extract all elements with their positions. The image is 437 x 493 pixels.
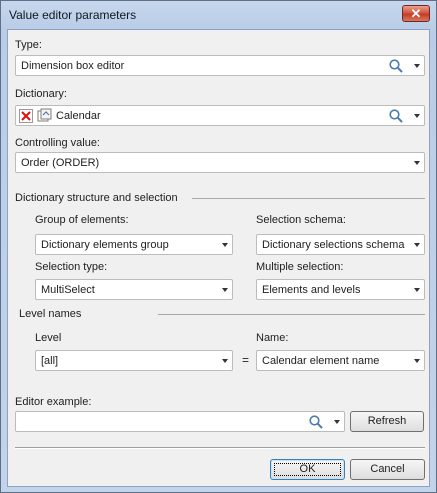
chevron-down-icon[interactable] [414,64,420,68]
group-of-elements-select[interactable]: Dictionary elements group [35,234,233,255]
refresh-button[interactable]: Refresh [350,411,424,432]
ok-button[interactable]: OK [270,459,345,480]
controlling-value-select[interactable]: Order (ORDER) [15,152,425,173]
chevron-down-icon[interactable] [414,114,420,118]
structure-heading: Dictionary structure and selection [15,192,178,204]
multiple-selection-select[interactable]: Elements and levels [256,279,425,300]
focus-indicator [274,463,341,476]
controlling-value: Order (ORDER) [21,157,100,169]
title-bar[interactable]: Value editor parameters ✕ [1,1,436,29]
multi-value: Elements and levels [262,284,361,296]
dictionary-label: Dictionary: [15,88,67,100]
chevron-down-icon[interactable] [222,359,228,363]
level-name-select[interactable]: Calendar element name [256,350,425,371]
chevron-down-icon[interactable] [414,359,420,363]
section-divider [158,314,425,315]
multi-label: Multiple selection: [256,261,344,273]
selection-schema-select[interactable]: Dictionary selections schema [256,234,425,255]
window-title: Value editor parameters [9,8,137,22]
schema-value: Dictionary selections schema [262,239,405,251]
selection-type-select[interactable]: MultiSelect [35,279,233,300]
name-label: Name: [256,332,289,344]
chevron-down-icon[interactable] [414,161,420,165]
group-value: Dictionary elements group [41,239,169,251]
level-label: Level [35,332,62,344]
chevron-down-icon[interactable] [414,243,420,247]
footer-separator [15,447,425,449]
dictionary-value: Calendar [56,110,101,122]
levels-heading: Level names [19,308,82,320]
chevron-down-icon[interactable] [222,288,228,292]
editor-example-field[interactable] [15,411,345,432]
chevron-down-icon[interactable] [222,243,228,247]
group-label: Group of elements: [35,214,129,226]
search-icon[interactable] [388,108,404,124]
dictionary-combobox[interactable]: Calendar [15,105,425,126]
level-value: [all] [41,355,59,367]
equals-sign: = [242,353,250,367]
example-label: Editor example: [15,396,92,408]
chevron-down-icon[interactable] [414,288,420,292]
controlling-label: Controlling value: [15,137,100,149]
dialog-window: Value editor parameters ✕ Type: Dimensio… [0,0,437,493]
name-value: Calendar element name [262,355,380,367]
dialog-body: Type: Dimension box editor Dictionary: C… [7,29,430,487]
seltype-value: MultiSelect [41,284,95,296]
dictionary-icon [37,108,52,122]
cancel-button[interactable]: Cancel [350,459,425,480]
type-combobox[interactable]: Dimension box editor [15,55,425,76]
type-value: Dimension box editor [21,60,125,72]
section-divider [192,198,425,199]
type-label: Type: [15,39,42,51]
level-select[interactable]: [all] [35,350,233,371]
chevron-down-icon[interactable] [334,420,340,424]
seltype-label: Selection type: [35,261,108,273]
search-icon[interactable] [388,58,404,74]
search-icon[interactable] [308,414,324,430]
clear-icon[interactable] [19,109,33,123]
schema-label: Selection schema: [256,214,346,226]
close-button[interactable]: ✕ [402,5,430,22]
